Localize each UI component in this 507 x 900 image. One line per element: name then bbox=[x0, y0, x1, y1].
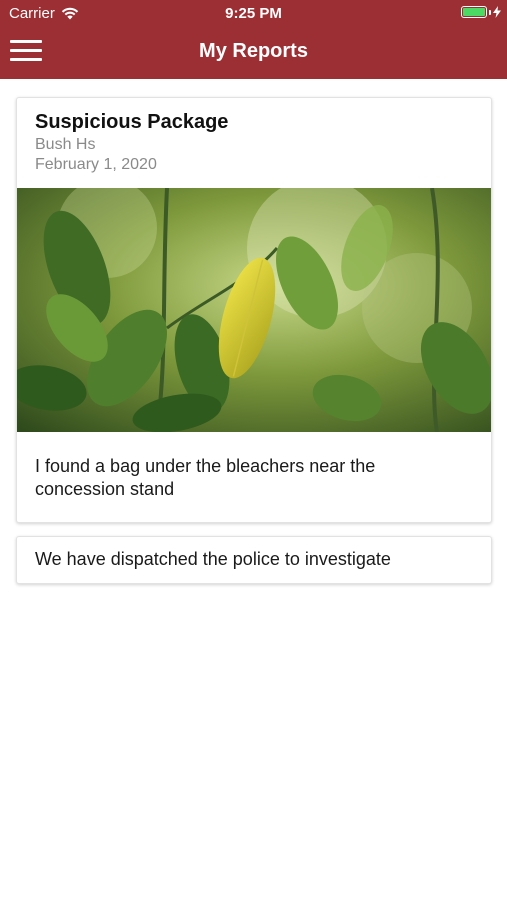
app-header: Carrier 9:25 PM My Reports bbox=[0, 0, 507, 79]
report-card[interactable]: Suspicious Package Bush Hs February 1, 2… bbox=[16, 97, 492, 523]
report-title: Suspicious Package bbox=[35, 111, 229, 133]
report-location: Bush Hs bbox=[35, 136, 96, 153]
nav-bar: My Reports bbox=[0, 28, 507, 79]
report-description: I found a bag under the bleachers near t… bbox=[35, 456, 376, 499]
report-photo bbox=[17, 188, 491, 432]
response-text: We have dispatched the police to investi… bbox=[35, 549, 391, 569]
status-bar: Carrier 9:25 PM bbox=[0, 0, 507, 28]
charging-bolt-icon bbox=[493, 6, 501, 18]
report-date: February 1, 2020 bbox=[35, 156, 157, 173]
page-title: My Reports bbox=[199, 40, 308, 62]
response-card[interactable]: We have dispatched the police to investi… bbox=[16, 536, 492, 584]
status-time: 9:25 PM bbox=[225, 5, 282, 22]
battery-charging-icon bbox=[461, 6, 501, 18]
